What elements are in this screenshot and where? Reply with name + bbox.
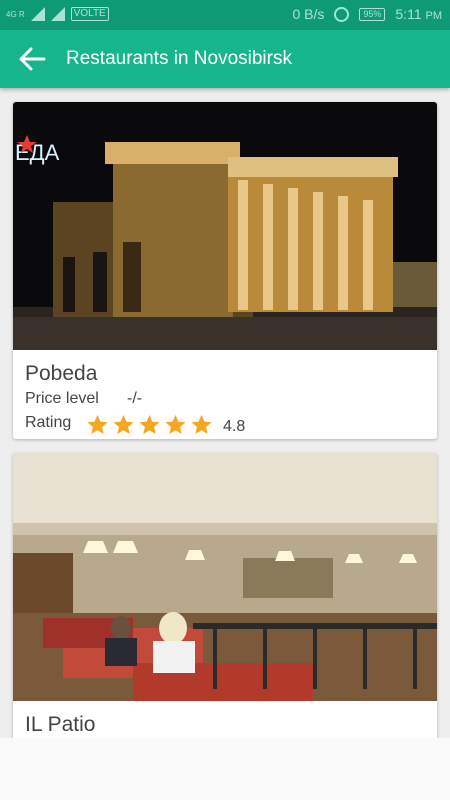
rating-label: Rating [25, 414, 72, 431]
star-icon [165, 415, 186, 434]
bottom-blank-area [0, 738, 450, 800]
star-icon [87, 415, 108, 434]
signal-icon [30, 7, 45, 21]
star-icon [113, 415, 134, 434]
network-speed: 0 B/s [292, 6, 325, 22]
restaurant-list[interactable]: ЕДА Pobeda Price level -/- Rating 4.8 IL… [0, 88, 450, 738]
back-button[interactable] [14, 42, 50, 76]
arrow-left-icon [19, 47, 46, 71]
battery-indicator: 95% [359, 7, 386, 21]
rating-value: 4.8 [223, 418, 246, 435]
restaurant-photo [13, 453, 437, 701]
star-icon [191, 415, 212, 434]
price-level-label: Price level [25, 390, 99, 407]
network-label: 4G R [6, 9, 25, 19]
restaurant-card-pobeda[interactable]: ЕДА Pobeda Price level -/- Rating 4.8 [13, 102, 437, 439]
alarm-icon [334, 6, 350, 22]
volte-badge: VOLTE [70, 7, 109, 21]
restaurant-name: IL Patio [25, 713, 96, 736]
restaurant-photo: ЕДА [13, 102, 437, 350]
status-time: 5:11 PM [395, 6, 442, 22]
rating-stars [85, 413, 214, 437]
restaurant-name: Pobeda [25, 362, 98, 385]
status-time-ampm: PM [425, 10, 443, 22]
app-bar: Restaurants in Novosibirsk [0, 30, 450, 88]
status-bar: 4G R VOLTE 0 B/s 95% 5:11 PM [0, 0, 450, 30]
page-title: Restaurants in Novosibirsk [66, 48, 292, 69]
price-level-value: -/- [127, 390, 143, 407]
restaurant-card-il-patio[interactable]: IL Patio [13, 453, 437, 738]
signal-icon-2 [50, 7, 65, 21]
status-time-value: 5:11 [395, 6, 422, 22]
star-icon [139, 415, 160, 434]
